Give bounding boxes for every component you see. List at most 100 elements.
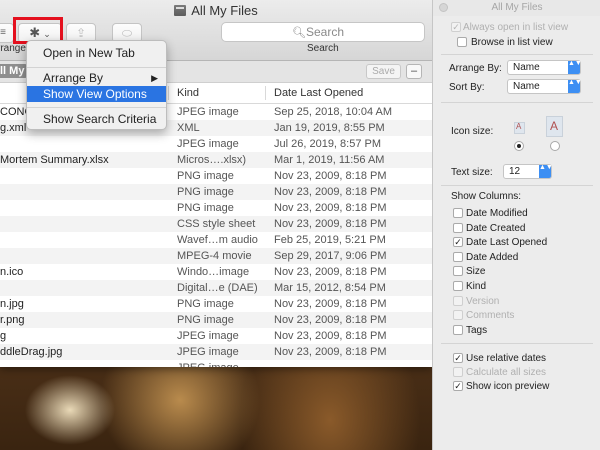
table-row[interactable]: r.png PNG image Nov 23, 2009, 8:18 PM (0, 312, 432, 328)
view-mode-button[interactable]: ≡ (0, 23, 14, 43)
text-size-select[interactable]: 12 ▲▼ (503, 164, 553, 179)
icon-size-small-radio[interactable] (514, 141, 524, 151)
search-placeholder: Search (306, 25, 345, 39)
file-name: n.ico (0, 266, 24, 278)
table-row[interactable]: Mortem Summary.xlsx Micros….xlsx) Mar 1, 2… (0, 152, 432, 168)
column-version-checkbox[interactable] (453, 295, 463, 306)
share-icon: ⇪ (75, 26, 87, 40)
table-row[interactable]: PNG image Nov 23, 2009, 8:18 PM (0, 168, 432, 184)
text-size-value: 12 (509, 166, 521, 177)
table-row[interactable]: PNG image Nov 23, 2009, 8:18 PM (0, 184, 432, 200)
table-row[interactable]: PNG image Nov 23, 2009, 8:18 PM (0, 200, 432, 216)
search-icon: 🔍︎ (292, 27, 306, 39)
file-date-last-opened: Nov 23, 2009, 8:18 PM (274, 186, 387, 198)
scope-all-my-files[interactable]: ll My (0, 64, 29, 78)
file-kind: PNG image (177, 170, 234, 182)
column-date-created-label: Date Created (466, 222, 526, 234)
file-date-last-opened: Nov 23, 2009, 8:18 PM (274, 170, 387, 182)
sort-by-select[interactable]: Name ▲▼ (507, 79, 582, 94)
column-date-modified-label: Date Modified (466, 208, 528, 219)
column-comments-checkbox[interactable] (453, 310, 463, 321)
menu-item-arrange-by[interactable]: Arrange By ▶ (27, 70, 166, 86)
table-row[interactable]: ddleDrag.jpg JPEG image Nov 23, 2009, 8:18… (0, 344, 432, 360)
file-date-last-opened: Jul 26, 2019, 8:57 PM (274, 138, 382, 150)
file-date-last-opened: Nov 23, 2009, 8:18 PM (274, 202, 387, 214)
file-kind: JPEG image (177, 106, 239, 118)
file-name: r.png (0, 314, 25, 326)
file-kind: Micros….xlsx) (177, 154, 247, 166)
icon-size-label: Icon size: (451, 126, 494, 137)
folder-icon (174, 5, 187, 16)
panel-divider (441, 343, 593, 344)
option-show-icon-preview-label: Show icon preview (466, 381, 550, 392)
column-tags-checkbox[interactable] (453, 324, 463, 335)
file-kind: Windo…image (177, 266, 250, 278)
table-row[interactable]: n.ico Windo…image Nov 23, 2009, 8:18 PM (0, 264, 432, 280)
file-date-last-opened: Nov 23, 2009, 8:18 PM (274, 218, 387, 230)
large-icon-preview-icon (546, 116, 563, 137)
column-date-last-opened-checkbox[interactable]: ✓ (453, 237, 463, 248)
menu-item-open-new-tab[interactable]: Open in New Tab (27, 45, 166, 61)
column-kind[interactable]: Kind (177, 87, 199, 99)
panel-divider (441, 102, 593, 103)
menu-item-show-view-options[interactable]: Show View Options (27, 86, 166, 102)
action-menu: Open in New Tab Arrange By ▶ Show View Op… (26, 40, 167, 130)
column-date-added-label: Date Added (466, 251, 519, 263)
table-row[interactable]: Wavef…m audio Feb 25, 2019, 5:21 PM (0, 232, 432, 248)
file-name: Mortem Summary.xlsx (0, 154, 109, 166)
arrange-by-select[interactable]: Name ▲▼ (507, 60, 582, 75)
option-show-icon-preview-checkbox[interactable]: ✓ (453, 381, 463, 391)
file-date-last-opened: Nov 23, 2009, 8:18 PM (274, 346, 387, 358)
table-row[interactable]: g JPEG image Nov 23, 2009, 8:18 PM (0, 328, 432, 344)
search-input[interactable]: 🔍︎ Search (221, 22, 425, 42)
menu-separator (27, 67, 166, 68)
file-date-last-opened: Mar 1, 2019, 11:56 AM (274, 154, 385, 166)
remove-criteria-button[interactable]: – (406, 64, 422, 79)
arrange-by-value: Name (513, 62, 540, 73)
file-kind: JPEG image (177, 346, 239, 358)
option-calculate-all-sizes-checkbox[interactable] (453, 367, 463, 377)
column-version-label: Version (466, 295, 500, 307)
option-use-relative-dates-checkbox[interactable]: ✓ (453, 353, 463, 363)
save-search-button[interactable]: Save (366, 64, 401, 79)
always-open-list-checkbox[interactable]: ✓ (451, 22, 461, 32)
menu-item-show-search-criteria[interactable]: Show Search Criteria (27, 111, 166, 127)
table-row[interactable]: JPEG image (0, 360, 432, 367)
view-options-panel: All My Files ✓ Always open in list view … (432, 0, 600, 450)
window-title-text: All My Files (191, 3, 258, 18)
file-kind: Wavef…m audio (177, 234, 258, 246)
option-use-relative-dates-label: Use relative dates (466, 353, 547, 364)
arrange-by-label: Arrange By: (449, 63, 502, 74)
table-row[interactable]: Digital…e (DAE) Mar 15, 2012, 8:54 PM (0, 280, 432, 296)
icon-size-large-radio[interactable] (550, 141, 560, 151)
file-list: CONG JPEG image Sep 25, 2018, 10:04 AM g.xm… (0, 104, 432, 367)
menu-item-arrange-by-label: Arrange By (43, 71, 104, 85)
column-comments-label: Comments (466, 310, 515, 322)
table-row[interactable]: CSS style sheet Nov 23, 2009, 8:18 PM (0, 216, 432, 232)
column-date-created-checkbox[interactable] (453, 222, 463, 233)
column-date-added-checkbox[interactable] (453, 251, 463, 262)
column-date-last-opened[interactable]: Date Last Opened (274, 87, 363, 99)
finder-window: All My Files ≡ ✱ ⌄ ⇪ ⬭ 🔍︎Search rrange S… (0, 0, 432, 367)
column-size-checkbox[interactable] (453, 266, 463, 277)
table-row[interactable]: JPEG image Jul 26, 2019, 8:57 PM (0, 136, 432, 152)
file-name: n.jpg (0, 298, 24, 310)
window-title: All My Files (0, 3, 432, 18)
column-divider (265, 86, 266, 100)
select-arrows-icon: ▲▼ (568, 79, 582, 93)
table-row[interactable]: n.jpg PNG image Nov 23, 2009, 8:18 PM (0, 296, 432, 312)
file-kind: JPEG image (177, 330, 239, 342)
file-date-last-opened: Nov 23, 2009, 8:18 PM (274, 266, 387, 278)
arrange-caption: rrange (0, 43, 26, 54)
panel-divider (441, 54, 593, 55)
file-name: g (0, 330, 7, 342)
sort-by-value: Name (513, 81, 540, 92)
file-kind: JPEG image (177, 138, 239, 150)
browse-list-checkbox[interactable] (457, 37, 467, 47)
column-date-modified-checkbox[interactable] (453, 208, 463, 218)
table-row[interactable]: MPEG-4 movie Sep 29, 2017, 9:06 PM (0, 248, 432, 264)
small-icon-preview-icon (514, 122, 525, 134)
file-kind: PNG image (177, 314, 234, 326)
column-divider (168, 86, 169, 100)
column-kind-checkbox[interactable] (453, 281, 463, 291)
